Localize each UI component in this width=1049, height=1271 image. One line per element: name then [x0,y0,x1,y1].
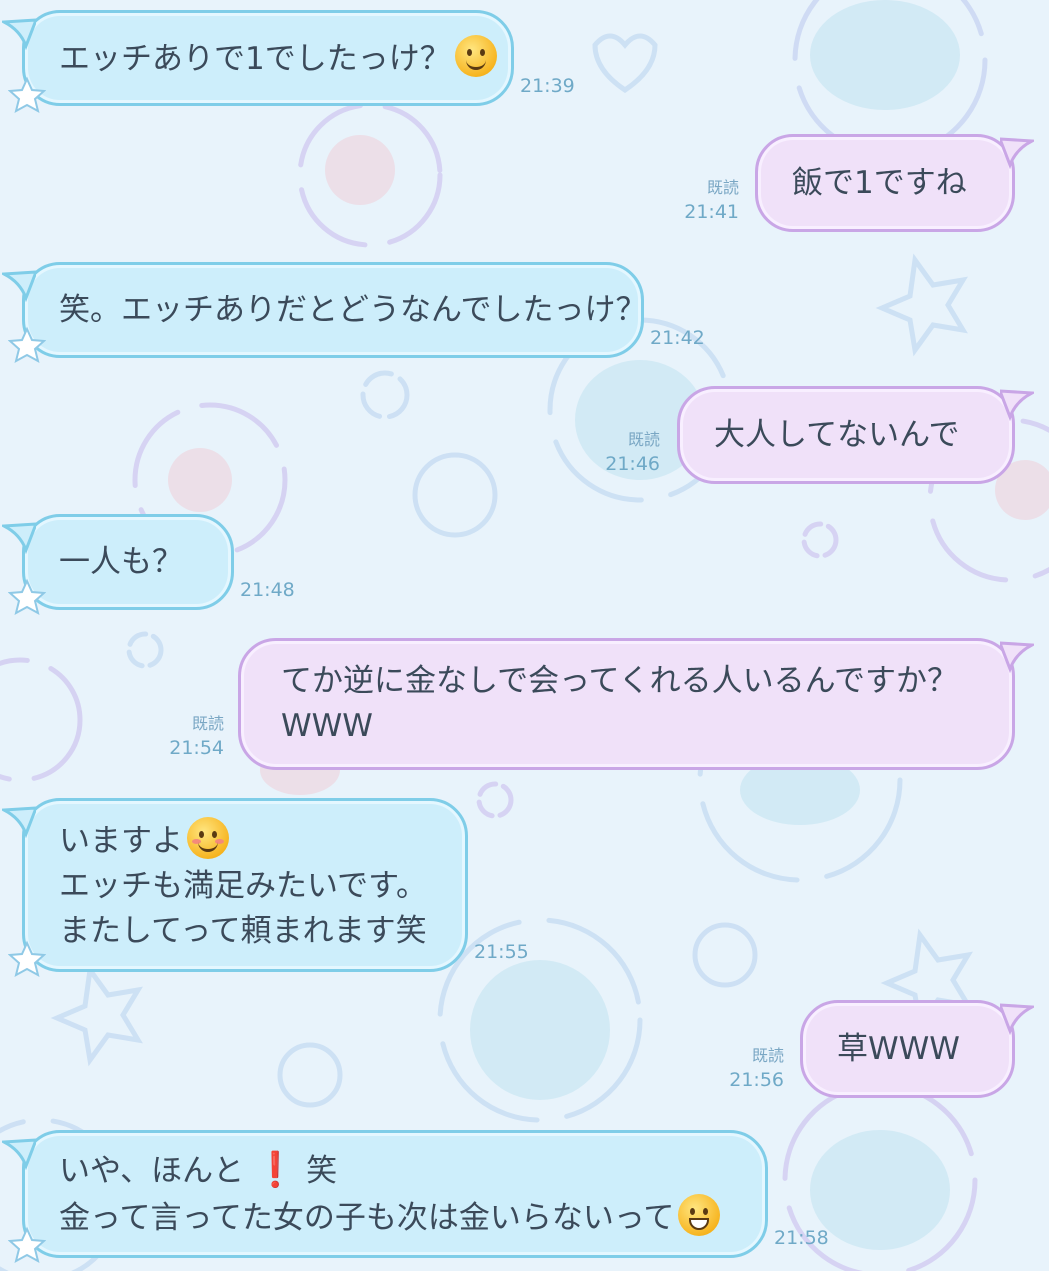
message-line: 大人してないんで [714,416,960,453]
message-bubble[interactable]: 笑。エッチありだとどうなんでしたっけ？ [22,262,647,358]
message-bubble[interactable]: エッチありで1でしたっけ？ [22,10,514,106]
smiling-face-emoji-icon [187,816,229,859]
bubble-tail-icon [2,522,36,554]
message-line: 草WWW [837,1030,960,1067]
read-receipt: 既読 [706,178,739,197]
message-time: 21:46 [605,453,660,475]
message-bubble[interactable]: 草WWW [800,1000,1015,1098]
bubble-tail-icon [1000,137,1034,169]
message-line: いますよ [59,816,431,864]
message-time: 21:42 [650,327,705,349]
message-bubble[interactable]: 大人してないんで [677,386,1015,484]
star-icon [8,578,46,615]
message-time: 21:56 [729,1069,784,1091]
message-line: 金って言ってた女の子も次は金いらないって [59,1193,731,1241]
message-bubble[interactable]: てか逆に金なしで会ってくれる人いるんですか？ WWW [238,638,1015,770]
message-line: 一人も？ [59,543,183,580]
message-meta: 既読 21:46 [576,428,660,476]
bubble-tail-icon [2,18,36,50]
star-icon [8,76,46,113]
message-time: 21:58 [774,1227,829,1249]
thinking-face-emoji-icon [454,34,497,77]
grinning-face-emoji-icon [678,1193,721,1236]
message-meta: 既読 21:41 [655,176,739,224]
message-time: 21:55 [474,941,529,963]
message-line: エッチありで1でしたっけ？ [59,34,497,82]
exclamation-icon: ❗ [253,1149,297,1190]
message-time: 21:39 [520,75,575,97]
read-receipt: 既読 [751,1046,784,1065]
bubble-tail-icon [2,806,36,838]
message-bubble[interactable]: 飯で1ですね [755,134,1015,232]
message-bubble[interactable]: 一人も？ [22,514,234,610]
star-icon [8,326,46,363]
message-meta: 既読 21:56 [700,1044,784,1092]
star-icon [8,1226,46,1263]
message-time: 21:54 [169,737,224,759]
message-meta: 既読 21:54 [140,712,224,760]
bubble-tail-icon [1000,1003,1034,1035]
message-time: 21:48 [240,579,295,601]
message-line: 笑。エッチありだとどうなんでしたっけ？ [59,291,647,328]
bubble-tail-icon [2,1138,36,1170]
star-icon [8,940,46,977]
read-receipt: 既読 [627,430,660,449]
bubble-tail-icon [2,270,36,302]
message-line: 飯で1ですね [792,164,967,201]
bubble-tail-icon [1000,389,1034,421]
message-line: てか逆に金なしで会ってくれる人いるんですか？ [281,663,959,699]
message-bubble[interactable]: いや、ほんと ❗ 笑 金って言ってた女の子も次は金いらないって [22,1130,768,1258]
bubble-tail-icon [1000,641,1034,673]
read-receipt: 既読 [191,714,224,733]
message-line: エッチも満足みたいです。 [59,867,427,904]
message-line: またしてって頼まれます笑 [59,912,427,949]
message-line: WWW [281,708,373,744]
message-line: いや、ほんと ❗ 笑 [59,1149,338,1190]
message-time: 21:41 [684,201,739,223]
message-bubble[interactable]: いますよ エッチも満足みたいです。 またしてって頼まれます笑 [22,798,468,972]
